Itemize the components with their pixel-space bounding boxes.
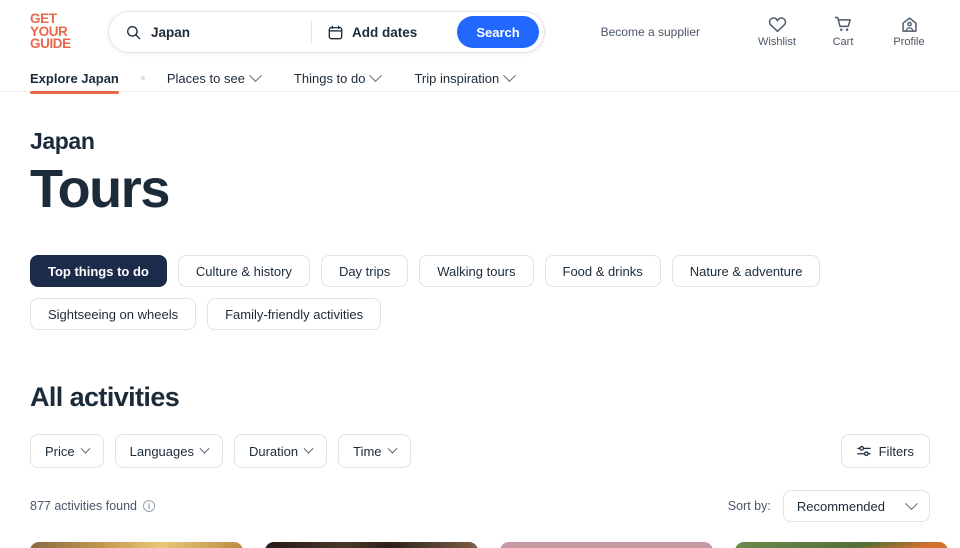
- filter-languages[interactable]: Languages: [114, 434, 223, 469]
- search-bar: Japan Add dates Search: [108, 11, 545, 53]
- chip-food-drinks[interactable]: Food & drinks: [544, 255, 661, 288]
- results-count-text: 877 activities found: [30, 499, 138, 514]
- nav-item-label: Explore Japan: [30, 70, 119, 86]
- filter-label: Languages: [129, 443, 194, 459]
- chip-top-things-to-do[interactable]: Top things to do: [30, 255, 167, 288]
- getyourguide-logo[interactable]: GET YOUR GUIDE: [30, 11, 82, 52]
- destination-search-field[interactable]: Japan: [109, 12, 311, 52]
- chip-culture-history[interactable]: Culture & history: [177, 255, 310, 288]
- nav-item-things-to-do[interactable]: Things to do: [293, 64, 383, 92]
- wishlist-label: Wishlist: [758, 36, 796, 48]
- date-picker-field[interactable]: Add dates: [312, 12, 457, 52]
- nav-item-trip-inspiration[interactable]: Trip inspiration: [414, 64, 517, 92]
- sort-select[interactable]: Recommended: [782, 490, 930, 523]
- activity-card[interactable]: Top pick: [30, 542, 243, 548]
- filter-price[interactable]: Price: [30, 434, 104, 469]
- nav-separator-dot: [140, 76, 145, 80]
- chevron-down-icon: [303, 443, 314, 454]
- activity-card[interactable]: [735, 542, 948, 548]
- profile-label: Profile: [893, 36, 925, 48]
- nav-item-places-to-see[interactable]: Places to see: [166, 64, 262, 92]
- filter-duration[interactable]: Duration: [233, 434, 328, 469]
- chevron-down-icon: [249, 68, 262, 82]
- header-actions: Become a supplier Wishlist Cart Profile: [601, 16, 942, 48]
- chip-family-friendly-activities[interactable]: Family-friendly activities: [207, 298, 382, 331]
- activity-card[interactable]: [265, 542, 478, 548]
- results-meta-row: 877 activities found i Sort by: Recommen…: [30, 490, 930, 523]
- filters-button-label: Filters: [878, 443, 914, 459]
- filter-label: Time: [353, 443, 382, 459]
- nav-item-label: Places to see: [166, 70, 245, 86]
- secondary-nav: Explore Japan Places to see Things to do…: [0, 64, 960, 94]
- wishlist-button[interactable]: Wishlist: [744, 16, 810, 48]
- filters-button[interactable]: Filters: [840, 434, 930, 469]
- search-icon: [126, 25, 141, 39]
- date-field-label: Add dates: [352, 24, 418, 40]
- cart-label: Cart: [832, 36, 854, 48]
- calendar-icon: [328, 25, 343, 39]
- chevron-down-icon: [80, 443, 91, 454]
- chip-sightseeing-on-wheels[interactable]: Sightseeing on wheels: [30, 298, 197, 331]
- nav-item-label: Things to do: [293, 70, 366, 86]
- sort-control: Sort by: Recommended: [727, 490, 930, 523]
- chevron-down-icon: [503, 68, 517, 82]
- profile-icon: [901, 17, 917, 32]
- filter-label: Price: [45, 443, 75, 459]
- chevron-down-icon: [369, 68, 383, 82]
- category-chip-list: Top things to do Culture & history Day t…: [30, 255, 930, 331]
- info-icon[interactable]: i: [143, 500, 156, 513]
- card-image: [735, 542, 948, 548]
- card-image: [500, 542, 713, 548]
- chip-nature-adventure[interactable]: Nature & adventure: [671, 255, 821, 288]
- heart-icon: [768, 17, 786, 33]
- search-input-value: Japan: [151, 24, 191, 40]
- profile-button[interactable]: Profile: [876, 16, 942, 48]
- filter-row: Price Languages Duration Time Filters: [30, 434, 930, 469]
- filter-time[interactable]: Time: [338, 434, 411, 469]
- card-image: [265, 542, 478, 548]
- site-header: GET YOUR GUIDE Japan Add dates Search Be…: [0, 0, 960, 64]
- logo-line-3: GUIDE: [30, 36, 71, 52]
- chevron-down-icon: [199, 443, 210, 454]
- activity-card-grid: Top pick: [30, 542, 948, 548]
- sort-by-label: Sort by:: [727, 499, 771, 514]
- sort-selected-value: Recommended: [796, 498, 885, 514]
- cart-button[interactable]: Cart: [810, 16, 876, 48]
- page-eyebrow: Japan: [30, 128, 95, 154]
- nav-item-label: Trip inspiration: [414, 70, 500, 86]
- results-count: 877 activities found i: [30, 499, 156, 514]
- chip-day-trips[interactable]: Day trips: [320, 255, 409, 288]
- filters-icon: [856, 445, 871, 456]
- page-body: Japan Tours Top things to do Culture & h…: [0, 128, 960, 548]
- section-title-all-activities: All activities: [30, 382, 180, 413]
- page-title: Tours: [30, 159, 170, 219]
- chevron-down-icon: [905, 496, 918, 510]
- cart-icon: [834, 16, 851, 32]
- chip-walking-tours[interactable]: Walking tours: [419, 255, 534, 288]
- nav-item-explore-japan[interactable]: Explore Japan: [30, 64, 119, 94]
- activity-card[interactable]: [500, 542, 713, 548]
- filter-label: Duration: [248, 443, 299, 459]
- card-image: [30, 542, 243, 548]
- search-button[interactable]: Search: [457, 16, 539, 48]
- become-supplier-link[interactable]: Become a supplier: [601, 25, 700, 39]
- chevron-down-icon: [387, 443, 397, 454]
